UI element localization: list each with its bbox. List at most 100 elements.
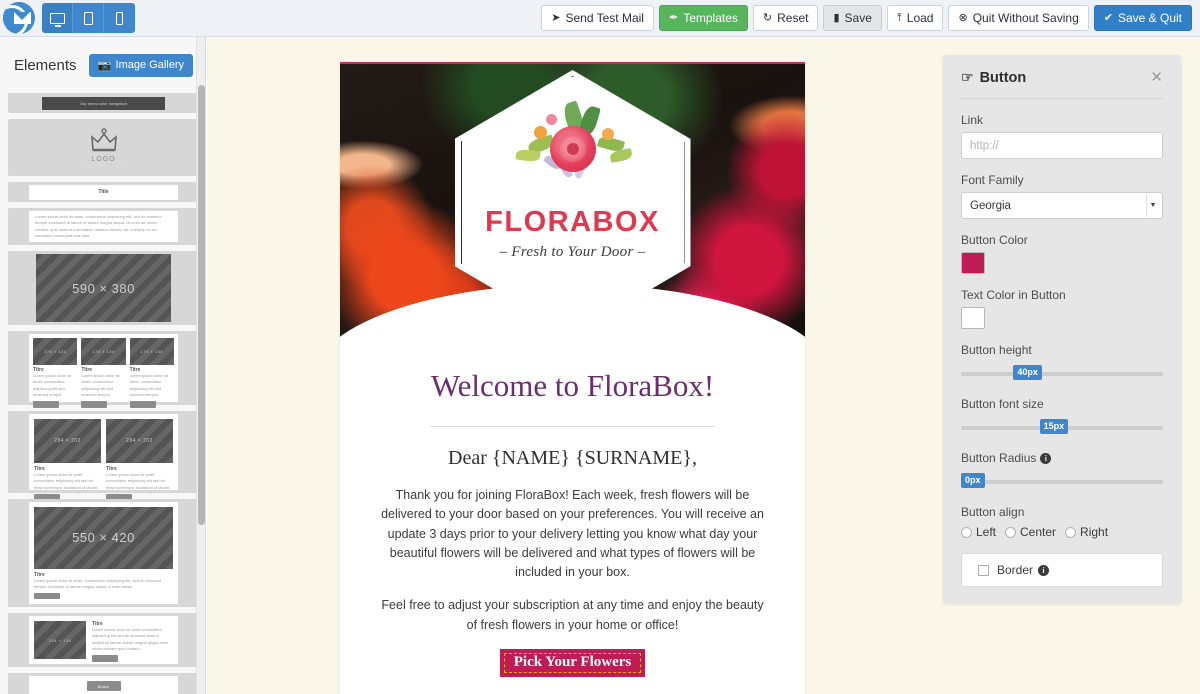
link-label: Link	[961, 113, 984, 127]
text-color-label: Text Color in Button	[961, 288, 1066, 302]
align-center-radio[interactable]: Center	[1005, 525, 1056, 539]
send-test-mail-button[interactable]: ➤ Send Test Mail	[541, 5, 654, 31]
element-menu-bar[interactable]: Our menu color navigation	[8, 93, 199, 113]
element-button-caption: Button	[97, 683, 110, 689]
device-preview-tablet[interactable]	[73, 3, 104, 33]
button-height-label: Button height	[961, 343, 1032, 357]
desktop-icon	[49, 12, 65, 27]
element-side-image-text[interactable]: 134 × 134 Titre Lorem ipsum dolor sit am…	[8, 613, 199, 667]
font-family-label: Font Family	[961, 173, 1024, 187]
device-preview-desktop[interactable]	[42, 3, 73, 33]
panel-title: Button	[979, 69, 1027, 86]
panel-title-wrap: ☞ Button	[961, 69, 1026, 86]
element-two-column[interactable]: 284 × 202 Titre Lorem ipsum dolor sit am…	[8, 411, 199, 502]
button-radius-track[interactable]	[961, 480, 1163, 484]
page-title: Elements	[14, 56, 77, 74]
email-salutation[interactable]: Dear {NAME} {SURNAME},	[376, 447, 769, 470]
element-three-column[interactable]: 174 × 134 Titre Lorem ipsum dolor sit am…	[8, 331, 199, 408]
button-font-size-value[interactable]: 15px	[1039, 419, 1069, 434]
mobile-icon	[116, 11, 123, 25]
elements-list: Our menu color navigation LOGO Title Lor…	[0, 93, 205, 694]
button-height-track[interactable]	[961, 372, 1163, 376]
image-gallery-label: Image Gallery	[115, 59, 184, 71]
cancel-circle-icon: ⊗	[958, 11, 968, 24]
align-right-radio[interactable]: Right	[1065, 525, 1108, 539]
upload-icon: ⤒	[896, 11, 902, 24]
text-color-swatch[interactable]	[961, 307, 985, 329]
button-height-value[interactable]: 40px	[1013, 365, 1042, 380]
link-input[interactable]	[961, 132, 1163, 159]
button-radius-label: Button Radius	[961, 451, 1037, 465]
element-image-text-caption: 550 × 420	[34, 507, 173, 569]
sidebar-scrollbar-thumb[interactable]	[198, 85, 205, 525]
font-family-select[interactable]: Georgia	[961, 192, 1163, 219]
button-radius-label-wrap: Button Radius i	[961, 451, 1163, 465]
quit-without-saving-button[interactable]: ⊗ Quit Without Saving	[948, 5, 1089, 31]
email-content: Welcome to FloraBox! Dear {NAME} {SURNAM…	[340, 344, 805, 677]
element-logo[interactable]: LOGO	[8, 119, 199, 176]
cta-wrapper: Pick Your Flowers	[376, 648, 769, 677]
radio-dot-center[interactable]	[1005, 526, 1017, 538]
load-label: Load	[906, 11, 934, 25]
button-align-group: Left Center Right	[961, 525, 1163, 539]
border-label-wrap: Border i	[997, 563, 1050, 577]
email-heading[interactable]: Welcome to FloraBox!	[376, 368, 769, 404]
element-title[interactable]: Title	[8, 182, 199, 202]
load-button[interactable]: ⤒ Load	[886, 5, 944, 31]
floral-illustration-icon	[498, 100, 648, 200]
hero-image-block[interactable]: FLORABOX – Fresh to Your Door –	[340, 64, 805, 344]
border-label: Border	[997, 563, 1034, 577]
quit-without-saving-label: Quit Without Saving	[972, 11, 1079, 25]
align-left-radio[interactable]: Left	[961, 525, 996, 539]
button-radius-value[interactable]: 0px	[961, 473, 985, 488]
info-icon[interactable]: i	[1038, 564, 1050, 576]
align-left-label: Left	[976, 525, 997, 539]
top-toolbar: ➤ Send Test Mail ✒ Templates ↻ Reset ▮ S…	[0, 0, 1200, 37]
close-icon[interactable]: ✕	[1150, 70, 1163, 85]
device-preview-switcher[interactable]	[42, 3, 135, 33]
templates-button[interactable]: ✒ Templates	[658, 5, 748, 31]
font-family-wrap: Georgia ▼	[961, 192, 1163, 219]
align-right-label: Right	[1080, 525, 1109, 539]
envelope-glyph	[13, 12, 31, 24]
save-and-quit-button[interactable]: ✔ Save & Quit	[1093, 5, 1192, 31]
button-height-slider[interactable]: 40px	[961, 365, 1163, 383]
element-image-text[interactable]: 550 × 420 Titre Lorem ipsum dolor sit am…	[8, 499, 199, 607]
border-checkbox[interactable]	[978, 564, 989, 576]
image-gallery-button[interactable]: 📷 Image Gallery	[88, 53, 193, 77]
pen-icon: ✒	[668, 11, 679, 24]
button-font-size-slider[interactable]: 15px	[961, 419, 1163, 437]
button-color-swatch[interactable]	[961, 252, 985, 274]
radio-dot-right[interactable]	[1065, 526, 1077, 538]
element-paragraph[interactable]: Lorem ipsum dolor sit amet, consectetur …	[8, 208, 199, 245]
reset-button[interactable]: ↻ Reset	[752, 5, 819, 31]
email-body[interactable]: FLORABOX – Fresh to Your Door – Welcome …	[340, 62, 805, 694]
save-button[interactable]: ▮ Save	[823, 5, 882, 31]
save-and-quit-label: Save & Quit	[1117, 11, 1182, 25]
button-properties-panel: ☞ Button ✕ Link Font Family Georgia ▼ Bu…	[943, 55, 1181, 603]
email-paragraph-1[interactable]: Thank you for joining FloraBox! Each wee…	[376, 486, 769, 582]
element-logo-caption: LOGO	[91, 156, 116, 163]
pick-your-flowers-button[interactable]: Pick Your Flowers	[499, 648, 646, 677]
email-paragraph-2[interactable]: Feel free to adjust your subscription at…	[376, 596, 769, 635]
radio-dot-left[interactable]	[961, 526, 972, 538]
templates-label: Templates	[683, 11, 738, 25]
sidebar-scrollbar[interactable]	[196, 37, 205, 694]
crown-icon	[90, 128, 117, 152]
element-side-image-text-caption: 134 × 134	[34, 621, 87, 659]
device-preview-mobile[interactable]	[104, 3, 135, 33]
check-icon: ✔	[1103, 11, 1113, 24]
action-toolbar: ➤ Send Test Mail ✒ Templates ↻ Reset ▮ S…	[541, 5, 1200, 31]
button-align-label: Button align	[961, 505, 1025, 519]
element-three-column-caption: 174 × 134	[33, 338, 78, 365]
border-option-box[interactable]: Border i	[961, 553, 1163, 587]
refresh-icon: ↻	[762, 11, 773, 24]
divider	[430, 426, 715, 427]
info-icon[interactable]: i	[1040, 452, 1052, 464]
element-image-single[interactable]: 590 × 380	[8, 251, 199, 325]
elements-sidebar: Elements 📷 Image Gallery Our menu color …	[0, 37, 206, 694]
button-radius-slider[interactable]: 0px	[961, 473, 1163, 491]
panel-header: ☞ Button ✕	[961, 69, 1163, 99]
send-test-mail-label: Send Test Mail	[565, 11, 644, 25]
element-button[interactable]: Button	[8, 673, 199, 694]
